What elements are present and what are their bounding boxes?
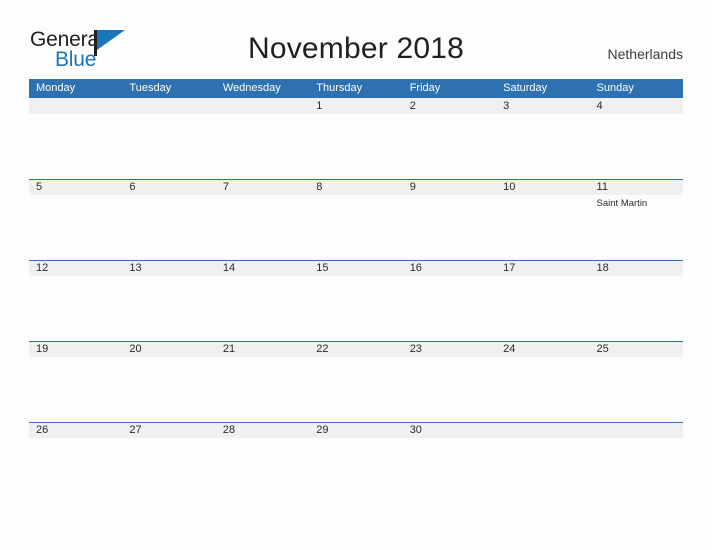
day-number: 1 (316, 100, 323, 112)
calendar-day-cell[interactable] (496, 422, 589, 494)
calendar-day-cell[interactable]: 24 (496, 341, 589, 413)
calendar-day-cell[interactable]: 20 (122, 341, 215, 413)
calendar-day-cell[interactable]: 1 (309, 98, 402, 170)
calendar-day-cell[interactable]: 11 Saint Martin (590, 179, 683, 251)
page-header: General Blue November 2018 Netherlands (0, 0, 712, 76)
calendar-day-cell[interactable] (216, 98, 309, 170)
weekday-header-row: Monday Tuesday Wednesday Thursday Friday… (29, 79, 683, 98)
day-number: 3 (503, 100, 510, 112)
page-title: November 2018 (247, 32, 465, 65)
weekday-wednesday: Wednesday (222, 82, 281, 94)
day-number: 11 (596, 181, 608, 193)
day-number: 12 (36, 262, 49, 274)
calendar-grid: Monday Tuesday Wednesday Thursday Friday… (29, 79, 683, 503)
calendar-day-cell[interactable]: 16 (403, 260, 496, 332)
weekday-friday: Friday (409, 82, 441, 94)
calendar-day-cell[interactable]: 12 (29, 260, 122, 332)
day-number: 21 (222, 343, 236, 355)
day-number: 6 (129, 181, 136, 193)
day-number: 17 (503, 262, 516, 274)
day-number: 26 (36, 424, 49, 436)
day-number: 29 (316, 424, 329, 436)
calendar-day-cell[interactable]: 29 (309, 422, 402, 494)
day-number: 2 (409, 100, 416, 112)
calendar-week-row: 26 27 28 29 30 (29, 422, 683, 503)
calendar-day-cell[interactable]: 27 (122, 422, 215, 494)
day-number: 16 (409, 262, 422, 274)
day-number: 27 (129, 424, 142, 436)
day-number: 9 (409, 181, 416, 193)
weekday-saturday: Saturday (503, 82, 548, 94)
calendar-day-cell[interactable]: 3 (496, 98, 589, 170)
day-number: 24 (503, 343, 516, 355)
calendar-day-cell[interactable]: 28 (216, 422, 309, 494)
day-number: 18 (596, 262, 609, 274)
calendar-day-cell[interactable] (590, 422, 683, 494)
day-number: 15 (316, 262, 329, 274)
day-event: Saint Martin (596, 198, 648, 209)
day-number: 8 (316, 181, 323, 193)
calendar-day-cell[interactable]: 19 (29, 341, 122, 413)
calendar-week-row: 19 20 21 22 23 24 25 (29, 341, 683, 422)
calendar-day-cell[interactable]: 10 (496, 179, 589, 251)
calendar-day-cell[interactable]: 21 (216, 341, 309, 413)
day-number: 10 (503, 181, 516, 193)
calendar-day-cell[interactable]: 23 (403, 341, 496, 413)
calendar-day-cell[interactable]: 7 (216, 179, 309, 251)
day-number: 14 (222, 262, 236, 274)
calendar-day-cell[interactable]: 25 (590, 341, 683, 413)
calendar-day-cell[interactable]: 8 (309, 179, 402, 251)
calendar-day-cell[interactable] (29, 98, 122, 170)
calendar-page: General Blue November 2018 Netherlands M… (0, 0, 712, 550)
calendar-week-row: 12 13 14 15 16 17 18 (29, 260, 683, 341)
calendar-day-cell[interactable]: 17 (496, 260, 589, 332)
day-number: 30 (409, 424, 422, 436)
day-number: 22 (316, 343, 329, 355)
day-number: 5 (36, 181, 43, 193)
weekday-monday: Monday (36, 82, 76, 94)
day-number: 28 (222, 424, 236, 436)
calendar-day-cell[interactable]: 18 (590, 260, 683, 332)
calendar-day-cell[interactable]: 14 (216, 260, 309, 332)
calendar-day-cell[interactable]: 9 (403, 179, 496, 251)
calendar-day-cell[interactable]: 26 (29, 422, 122, 494)
country-label: Netherlands (607, 46, 684, 62)
day-number: 23 (409, 343, 422, 355)
calendar-day-cell[interactable]: 6 (122, 179, 215, 251)
weekday-sunday: Sunday (596, 82, 634, 94)
calendar-day-cell[interactable]: 30 (403, 422, 496, 494)
weekday-thursday: Thursday (316, 82, 363, 94)
weekday-tuesday: Tuesday (129, 82, 172, 94)
calendar-day-cell[interactable]: 2 (403, 98, 496, 170)
calendar-day-cell[interactable]: 13 (122, 260, 215, 332)
day-number: 20 (129, 343, 142, 355)
day-number: 4 (596, 100, 603, 112)
calendar-day-cell[interactable]: 5 (29, 179, 122, 251)
calendar-day-cell[interactable]: 15 (309, 260, 402, 332)
calendar-week-row: 1 2 3 4 (29, 98, 683, 179)
day-number: 19 (36, 343, 49, 355)
calendar-week-row: 5 6 7 8 9 10 11 Saint Martin (29, 179, 683, 260)
calendar-day-cell[interactable]: 4 (590, 98, 683, 170)
day-number: 13 (129, 262, 142, 274)
day-number: 7 (222, 181, 229, 193)
calendar-day-cell[interactable] (122, 98, 215, 170)
day-number: 25 (596, 343, 609, 355)
calendar-day-cell[interactable]: 22 (309, 341, 402, 413)
